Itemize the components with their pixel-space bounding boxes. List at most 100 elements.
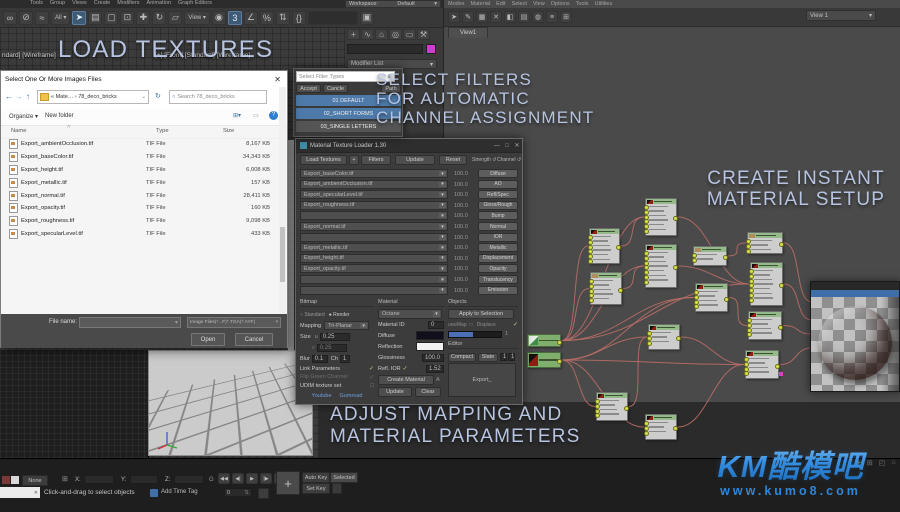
selected-dropdown[interactable]: Selected bbox=[330, 472, 358, 483]
object-color-swatch[interactable] bbox=[426, 44, 436, 54]
auto-toggle[interactable]: A bbox=[436, 377, 440, 383]
scrollbar-thumb[interactable] bbox=[280, 227, 285, 282]
sme-delete-icon[interactable]: ✕ bbox=[490, 11, 502, 23]
file-row[interactable]: Export_opacity.tif TIF File 160 KB bbox=[1, 202, 279, 215]
forward-icon[interactable]: → bbox=[15, 92, 23, 101]
key-mode-toggle-icon[interactable] bbox=[258, 488, 269, 499]
ior-field[interactable]: 1.52 bbox=[426, 364, 444, 373]
menu-item-tools[interactable]: Tools bbox=[30, 0, 43, 6]
material-preview-titlebar[interactable] bbox=[811, 282, 899, 290]
set-key-button[interactable]: Set Key bbox=[302, 483, 330, 494]
help-icon[interactable]: ? bbox=[269, 111, 278, 120]
slate-view-selector[interactable]: View 1 ▾ bbox=[806, 10, 876, 21]
channel-button-diffuse[interactable]: Diffuse bbox=[478, 169, 518, 178]
output-socket[interactable] bbox=[779, 242, 784, 247]
render-radio[interactable]: ● Render bbox=[329, 312, 350, 318]
strength-value[interactable]: 100.0 bbox=[454, 224, 468, 230]
create-material-button[interactable]: Create Material bbox=[378, 375, 434, 385]
material-node-c3[interactable] bbox=[692, 246, 728, 266]
add-time-tag[interactable]: Add Time Tag bbox=[161, 489, 198, 495]
use-center-icon[interactable]: ◉ bbox=[211, 10, 226, 25]
material-id-field[interactable]: 0 bbox=[428, 320, 444, 329]
breadcrumb[interactable]: « Mate… › 78_deco_bricks ⌄ bbox=[37, 90, 149, 104]
utilities-tab-icon[interactable]: ⚒ bbox=[417, 28, 430, 40]
material-node-d4[interactable] bbox=[744, 350, 783, 379]
menu-item-group[interactable]: Group bbox=[50, 0, 65, 6]
channel-button-opacity[interactable]: Opacity bbox=[478, 264, 518, 274]
add-key-button[interactable]: + bbox=[276, 471, 300, 495]
column-type[interactable]: Type bbox=[156, 128, 169, 134]
file-row[interactable]: Export_specularLevel.tif TIF File 433 KB bbox=[1, 228, 279, 241]
input-socket[interactable] bbox=[694, 304, 699, 310]
output-socket[interactable] bbox=[673, 426, 678, 431]
column-size[interactable]: Size bbox=[223, 128, 234, 134]
key-filters-icon[interactable] bbox=[332, 483, 342, 494]
standard-radio[interactable]: ○ Standard bbox=[300, 312, 325, 318]
select-and-rotate-icon[interactable]: ↻ bbox=[152, 10, 167, 25]
grid-toggle-icon[interactable]: ⊞ bbox=[62, 475, 68, 483]
column-name[interactable]: Name bbox=[11, 128, 26, 134]
udim-checkbox[interactable]: □ bbox=[370, 383, 374, 389]
size-v-field[interactable]: 0.25 bbox=[316, 343, 347, 352]
modify-tab-icon[interactable]: ∿ bbox=[361, 28, 374, 40]
snaps-toggle-icon[interactable]: 3 bbox=[227, 10, 242, 25]
texture-file-dropdown[interactable]: Export_baseColor.tif ▾ bbox=[300, 169, 448, 178]
x-coordinate-field[interactable] bbox=[84, 475, 114, 484]
texture-file-dropdown[interactable]: Export_specularLevel.tif ▾ bbox=[300, 190, 448, 200]
channel-button-translucency[interactable]: Translucency bbox=[478, 275, 518, 284]
youtube-link[interactable]: Youtube bbox=[312, 393, 332, 399]
strength-value[interactable]: 100.0 bbox=[454, 171, 468, 177]
unlink-selection-icon[interactable]: ⊘ bbox=[19, 10, 33, 25]
new-folder-button[interactable]: New folder bbox=[45, 113, 74, 119]
add-texture-button[interactable]: + bbox=[349, 155, 359, 165]
slate-menu-edit[interactable]: Edit bbox=[496, 1, 505, 7]
select-by-name-icon[interactable]: ▤ bbox=[88, 10, 103, 25]
reflection-color-swatch[interactable] bbox=[416, 342, 444, 351]
strength-value[interactable]: 100.0 bbox=[454, 213, 468, 219]
menu-item-modifiers[interactable]: Modifiers bbox=[117, 0, 139, 6]
blur-field[interactable]: 0.1 bbox=[311, 354, 328, 363]
coordinate-system-dropdown[interactable]: View ▾ bbox=[184, 10, 210, 25]
strength-value[interactable]: 100.0 bbox=[454, 203, 468, 209]
filter-accept-button[interactable]: Accept bbox=[296, 84, 321, 93]
slate-menu-utilities[interactable]: Utilities bbox=[595, 1, 613, 7]
file-list-scrollbar[interactable] bbox=[279, 87, 286, 314]
window-crossing-icon[interactable]: ⊡ bbox=[120, 10, 135, 25]
texture-file-dropdown[interactable]: Export_normal.tif ▾ bbox=[300, 222, 448, 231]
select-object-icon[interactable]: ➤ bbox=[72, 10, 87, 25]
render-setup-icon[interactable]: ▣ bbox=[359, 10, 374, 25]
strength-value[interactable]: 100.0 bbox=[454, 182, 468, 188]
select-and-link-icon[interactable]: ∞ bbox=[3, 10, 17, 25]
texture-file-dropdown[interactable]: Export_ambientOcclusion.tif ▾ bbox=[300, 179, 448, 189]
strength-value[interactable]: 100.0 bbox=[454, 288, 468, 294]
material-node-c2[interactable] bbox=[644, 244, 678, 288]
sme-select-icon[interactable]: ➤ bbox=[448, 11, 460, 23]
output-socket[interactable] bbox=[778, 324, 783, 330]
texture-file-dropdown[interactable]: ▾ bbox=[300, 232, 448, 242]
select-and-move-icon[interactable]: ✚ bbox=[136, 10, 151, 25]
link-parameters-checkbox[interactable]: ✓ bbox=[369, 365, 374, 372]
file-row[interactable]: Export_height.tif TIF File 6,008 KB bbox=[1, 164, 279, 177]
input-socket[interactable] bbox=[588, 259, 593, 264]
select-and-scale-icon[interactable]: ▱ bbox=[168, 10, 183, 25]
file-name-input[interactable]: ▾ bbox=[79, 317, 181, 328]
input-socket[interactable] bbox=[749, 297, 754, 303]
channel-button-gloss-rough[interactable]: Gloss/Rough bbox=[478, 200, 518, 210]
auto-key-button[interactable]: Auto Key bbox=[302, 472, 330, 483]
file-row[interactable]: Export_ambientOcclusion.tif TIF File 8,167… bbox=[1, 138, 279, 151]
sme-move-children-icon[interactable]: ◧ bbox=[504, 11, 516, 23]
open-button[interactable]: Open bbox=[191, 333, 225, 346]
named-sets-icon[interactable]: {} bbox=[291, 10, 306, 25]
minimize-icon[interactable]: — bbox=[492, 141, 502, 150]
file-row[interactable]: Export_roughness.tif TIF File 9,098 KB bbox=[1, 215, 279, 228]
selection-set-dropdown[interactable]: None bbox=[22, 475, 48, 486]
channel-button-ior[interactable]: IOR bbox=[478, 232, 518, 242]
flip-green-checkbox[interactable]: ✓ bbox=[369, 374, 374, 381]
update-button[interactable]: Update bbox=[395, 155, 435, 165]
slate-menu-tools[interactable]: Tools bbox=[576, 1, 589, 7]
channel-button-ao[interactable]: AO bbox=[478, 179, 518, 189]
output-socket[interactable] bbox=[723, 255, 728, 260]
uvwmap-checkbox[interactable]: □ bbox=[470, 322, 473, 328]
object-name-field[interactable] bbox=[347, 44, 423, 54]
maximize-icon[interactable]: □ bbox=[502, 141, 512, 150]
